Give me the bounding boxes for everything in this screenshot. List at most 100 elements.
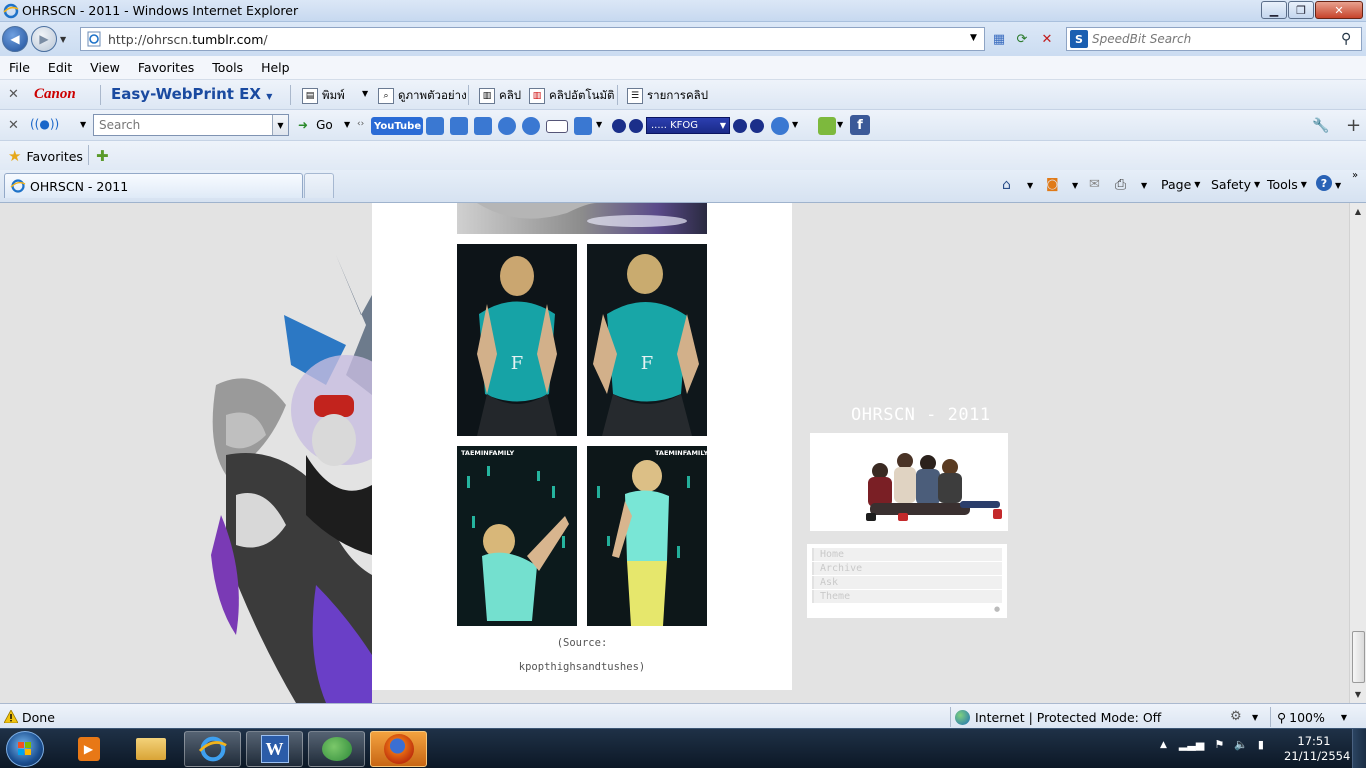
show-desktop-button[interactable]	[1352, 729, 1366, 768]
clip-button[interactable]: ▥ คลิป	[479, 87, 521, 105]
protected-mode-dropdown-arrow[interactable]: ▼	[1252, 713, 1258, 722]
preview-button[interactable]: ⌕ ดูภาพตัวอย่าง	[378, 87, 467, 105]
radio-station-select[interactable]: ..... KFOG ▼	[646, 117, 730, 134]
security-zone[interactable]: Internet | Protected Mode: Off	[955, 710, 1161, 725]
battery-icon[interactable]: ▮	[1258, 738, 1264, 751]
scroll-up-arrow-icon[interactable]: ▲	[1350, 203, 1366, 220]
easy-webprint-menu[interactable]: Easy-WebPrint EX ▼	[111, 85, 272, 103]
radio-menu-arrow[interactable]: ▼	[80, 120, 86, 129]
back-button[interactable]: ◀	[2, 26, 28, 52]
wrench-icon[interactable]: 🔧	[1312, 118, 1329, 134]
post-photo-3[interactable]: TAEMINFAMILY	[457, 446, 577, 626]
post-source-link[interactable]: kpopthighsandtushes)	[372, 661, 792, 673]
add-toolbar-button-icon[interactable]: +	[1346, 115, 1361, 136]
favorites-button[interactable]: ★ Favorites	[8, 147, 83, 165]
print-dropdown-arrow[interactable]: ▼	[362, 89, 368, 98]
recent-pages-dropdown[interactable]: ▼	[60, 35, 70, 44]
media-player-taskbar-button[interactable]: ▶	[60, 731, 117, 767]
post-photo-4[interactable]: TAEMINFAMILY	[587, 446, 707, 626]
show-hidden-icons-icon[interactable]: ▲	[1160, 740, 1167, 750]
new-tab-button[interactable]	[304, 173, 334, 198]
leaf-dropdown-arrow[interactable]: ▼	[837, 120, 843, 129]
zoom-dropdown-arrow[interactable]: ▼	[1341, 713, 1347, 722]
post-photo-top[interactable]	[457, 203, 707, 234]
scroll-toolbar-icon[interactable]: ‹›	[357, 119, 364, 129]
flag-icon[interactable]: ⚑	[1214, 738, 1224, 751]
go-dropdown-arrow[interactable]: ▼	[344, 120, 350, 129]
menu-help[interactable]: Help	[252, 60, 299, 75]
start-button[interactable]	[6, 731, 44, 767]
print-button[interactable]: ▤ พิมพ์	[302, 87, 345, 105]
menu-tools[interactable]: Tools	[203, 60, 252, 75]
protected-mode-icon[interactable]: ⚙	[1230, 709, 1242, 724]
word-taskbar-button[interactable]: W	[246, 731, 303, 767]
scrollbar-thumb[interactable]	[1352, 631, 1365, 683]
menu-edit[interactable]: Edit	[39, 60, 81, 75]
weather-dropdown-arrow[interactable]: ▼	[596, 120, 602, 129]
post-photo-2[interactable]: F	[587, 244, 707, 436]
toolbar-search-input[interactable]: Search ▼	[93, 114, 289, 136]
radio-wave-icon[interactable]: ((●))	[30, 117, 72, 133]
nav-ask-link[interactable]: Ask	[812, 576, 1002, 589]
toolbar-search-dropdown[interactable]: ▼	[272, 115, 288, 135]
add-to-favorites-bar-icon[interactable]: ✚	[96, 147, 109, 165]
minimize-button[interactable]: ▁	[1261, 1, 1287, 19]
messenger-taskbar-button[interactable]	[308, 731, 365, 767]
youtube-icon[interactable]: YouTube	[371, 117, 423, 135]
vertical-scrollbar[interactable]: ▲ ▼	[1349, 203, 1366, 703]
refresh-icon[interactable]: ⟳	[1013, 30, 1031, 48]
close-window-button[interactable]: ✕	[1315, 1, 1363, 19]
nav-home-link[interactable]: Home	[812, 548, 1002, 561]
toolbar-app-icon[interactable]	[450, 117, 468, 135]
facebook-icon[interactable]: f	[850, 115, 870, 135]
zoom-level[interactable]: ⚲ 100% ▼	[1277, 710, 1347, 725]
nav-theme-link[interactable]: Theme	[812, 590, 1002, 603]
home-dropdown-arrow[interactable]: ▼	[1027, 181, 1033, 190]
address-dropdown-arrow[interactable]: ▼	[970, 33, 977, 43]
print-dropdown-arrow[interactable]: ▼	[1141, 181, 1147, 190]
globe-dropdown-arrow[interactable]: ▼	[792, 120, 798, 129]
toolbar-app-icon[interactable]	[474, 117, 492, 135]
maximize-button[interactable]: ❐	[1288, 1, 1314, 19]
feeds-dropdown-arrow[interactable]: ▼	[1072, 181, 1078, 190]
menu-view[interactable]: View	[81, 60, 129, 75]
forward-button[interactable]: ▶	[31, 26, 57, 52]
stop-radio-icon[interactable]	[612, 119, 626, 133]
search-provider-box[interactable]: S SpeedBit Search ⚲	[1066, 27, 1362, 51]
tab-ohrscn[interactable]: OHRSCN - 2011	[4, 173, 303, 198]
print-icon[interactable]: ⎙	[1115, 177, 1126, 193]
safety-menu[interactable]: Safety ▼	[1211, 177, 1260, 192]
search-icon[interactable]: ⚲	[1341, 31, 1361, 47]
menu-file[interactable]: File	[0, 60, 39, 75]
volume-icon[interactable]	[733, 119, 747, 133]
compatibility-view-icon[interactable]: ▦	[990, 30, 1008, 48]
post-photo-1[interactable]: F	[457, 244, 577, 436]
nav-archive-link[interactable]: Archive	[812, 562, 1002, 575]
feeds-icon[interactable]: ◙	[1046, 177, 1059, 192]
play-radio-icon[interactable]	[629, 119, 643, 133]
page-menu[interactable]: Page ▼	[1161, 177, 1200, 192]
auto-clip-button[interactable]: ▥ คลิปอัตโนมัติ	[529, 87, 615, 105]
help-dropdown-arrow[interactable]: ▼	[1335, 181, 1341, 190]
ie-taskbar-button[interactable]	[184, 731, 241, 767]
system-clock[interactable]: 17:51 21/11/2554	[1284, 734, 1350, 764]
chevron-more-icon[interactable]: »	[1352, 170, 1358, 181]
go-button[interactable]: ➜ Go	[298, 118, 333, 132]
address-bar[interactable]: http://ohrscn.tumblr.com/	[80, 27, 985, 51]
weather-icon[interactable]	[574, 117, 592, 135]
close-toolbar-icon[interactable]: ✕	[8, 118, 22, 133]
explorer-taskbar-button[interactable]	[122, 731, 179, 767]
stop-icon[interactable]: ✕	[1038, 30, 1056, 48]
menu-favorites[interactable]: Favorites	[129, 60, 203, 75]
read-mail-icon[interactable]: ✉	[1089, 177, 1100, 192]
help-icon[interactable]: ?	[1316, 175, 1332, 191]
toolbar-app-icon[interactable]	[426, 117, 444, 135]
volume-icon[interactable]: 🔈	[1234, 738, 1248, 751]
mail-icon[interactable]	[546, 120, 568, 133]
globe-icon[interactable]	[771, 117, 789, 135]
address-url[interactable]: http://ohrscn.tumblr.com/	[108, 32, 268, 47]
leaf-icon[interactable]	[818, 117, 836, 135]
compass-icon[interactable]	[522, 117, 540, 135]
clip-list-button[interactable]: ☰ รายการคลิป	[627, 87, 708, 105]
firefox-taskbar-button[interactable]	[370, 731, 427, 767]
